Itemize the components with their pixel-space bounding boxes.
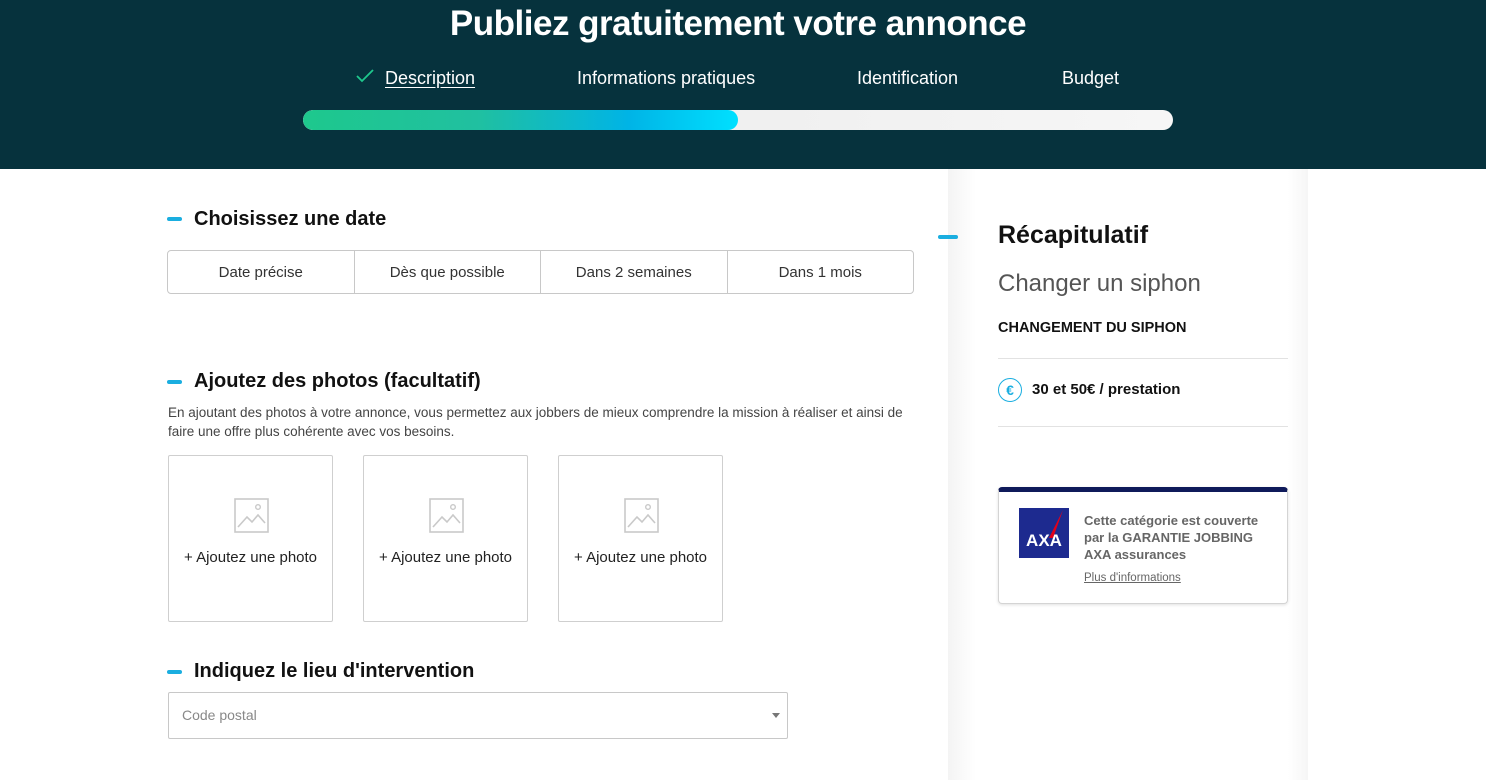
date-option-2-weeks[interactable]: Dans 2 semaines (541, 251, 728, 293)
page-title: Publiez gratuitement votre annonce (449, 4, 1027, 43)
sidebar-panel (948, 169, 1308, 780)
check-icon (355, 68, 375, 89)
image-placeholder-icon (624, 498, 659, 533)
step-identification: Identification (857, 68, 958, 89)
add-photo-button[interactable]: + Ajoutez une photo (558, 455, 723, 622)
euro-icon: € (998, 378, 1022, 402)
add-photo-label: + Ajoutez une photo (378, 549, 513, 566)
recap-job-title: Changer un siphon (998, 270, 1201, 297)
insurance-card: AXA Cette catégorie est couverte par la … (998, 487, 1288, 604)
recap-price: 30 et 50€ / prestation (1032, 381, 1181, 398)
progress-fill (303, 110, 738, 130)
postal-code-select[interactable]: Code postal (168, 692, 788, 739)
step-label: Description (385, 68, 476, 88)
section-marker (167, 380, 182, 384)
step-informations-pratiques: Informations pratiques (577, 68, 755, 89)
photos-section-title: Ajoutez des photos (facultatif) (194, 370, 481, 392)
date-option-asap[interactable]: Dès que possible (355, 251, 541, 293)
section-marker (167, 217, 182, 221)
photos-description: En ajoutant des photos à votre annonce, … (168, 405, 903, 439)
step-label: Identification (857, 68, 959, 88)
step-label: Budget (1062, 68, 1120, 88)
step-budget: Budget (1062, 68, 1119, 89)
add-photo-label: + Ajoutez une photo (183, 549, 318, 566)
axa-logo: AXA (1019, 508, 1069, 558)
divider (998, 358, 1288, 359)
add-photo-button[interactable]: + Ajoutez une photo (363, 455, 528, 622)
image-placeholder-icon (234, 498, 269, 533)
date-section-title: Choisissez une date (194, 208, 387, 230)
step-label: Informations pratiques (577, 68, 756, 88)
insurance-text: Cette catégorie est couverte par la GARA… (1084, 513, 1259, 562)
add-photo-label: + Ajoutez une photo (573, 549, 708, 566)
recap-category: CHANGEMENT DU SIPHON (998, 320, 1187, 336)
date-option-precise[interactable]: Date précise (168, 251, 355, 293)
axa-logo-text: AXA (1026, 531, 1062, 550)
add-photo-button[interactable]: + Ajoutez une photo (168, 455, 333, 622)
step-description[interactable]: Description (355, 68, 475, 89)
chevron-down-icon (772, 713, 780, 718)
postal-code-placeholder: Code postal (182, 707, 257, 723)
recap-title: Récapitulatif (998, 221, 1149, 249)
date-options: Date précise Dès que possible Dans 2 sem… (167, 250, 914, 294)
more-info-link[interactable]: Plus d'informations (1084, 572, 1181, 584)
date-option-1-month[interactable]: Dans 1 mois (728, 251, 914, 293)
section-marker (938, 235, 958, 239)
section-marker (167, 670, 182, 674)
divider (998, 426, 1288, 427)
progress-bar (303, 110, 1173, 130)
image-placeholder-icon (429, 498, 464, 533)
location-section-title: Indiquez le lieu d'intervention (194, 660, 475, 682)
header: Publiez gratuitement votre annonce Descr… (0, 0, 1486, 169)
